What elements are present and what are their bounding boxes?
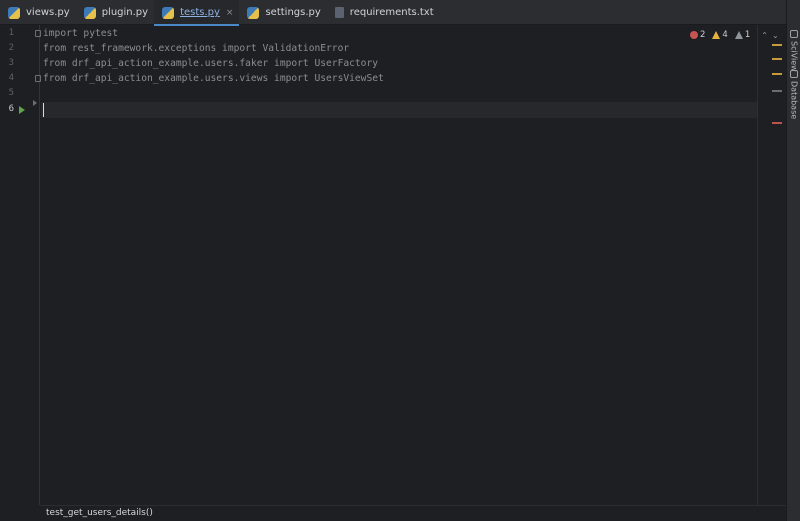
chevron-up-icon[interactable]: ⌃ <box>761 31 768 40</box>
errors-count[interactable]: 2 <box>690 30 705 40</box>
python-file-icon <box>162 6 175 19</box>
tab-label: requirements.txt <box>349 7 434 18</box>
right-margin-guide <box>757 25 758 505</box>
line-number: 4 <box>8 73 14 83</box>
text-file-icon <box>334 7 344 18</box>
line-number: 2 <box>8 43 14 53</box>
error-stripe-mark[interactable] <box>772 90 782 92</box>
tab-label: settings.py <box>265 7 321 18</box>
editor-tab-bar: views.py plugin.py tests.py × settings.p… <box>0 0 786 26</box>
code-line: import pytest <box>43 28 119 39</box>
tab-views-py[interactable]: views.py <box>0 0 76 25</box>
code-line: from drf_api_action_example.users.faker … <box>43 58 379 69</box>
python-file-icon <box>247 6 260 19</box>
line-number: 3 <box>8 58 14 68</box>
close-icon[interactable]: × <box>226 8 234 18</box>
tab-tests-py[interactable]: tests.py × <box>154 0 240 26</box>
line-number: 1 <box>8 28 14 38</box>
python-file-icon <box>83 6 96 19</box>
fold-start-icon[interactable] <box>35 30 41 37</box>
weak-warnings-count-label: 1 <box>744 30 751 40</box>
gutter-marker-icon <box>33 100 37 106</box>
weak-warnings-count[interactable]: 1 <box>734 30 751 40</box>
tab-requirements-txt[interactable]: requirements.txt <box>327 0 440 25</box>
editor-gutter[interactable]: 1 2 3 4 5 6 <box>0 25 41 505</box>
breadcrumb-function[interactable]: test_get_users_details() <box>46 508 153 518</box>
error-stripe-mark[interactable] <box>772 58 782 60</box>
database-label: Database <box>789 81 799 120</box>
database-icon <box>790 70 798 78</box>
run-test-icon[interactable] <box>19 106 25 114</box>
line-number-current: 6 <box>8 104 14 114</box>
tab-label: tests.py <box>180 7 220 18</box>
sciview-tool-button[interactable]: SciView <box>788 30 800 72</box>
code-line: from rest_framework.exceptions import Va… <box>43 43 350 54</box>
error-stripe-mark[interactable] <box>772 73 782 75</box>
python-file-icon <box>8 6 20 19</box>
tab-label: plugin.py <box>101 7 149 18</box>
weak-warning-icon <box>734 31 743 39</box>
code-editor[interactable]: import pytest from rest_framework.except… <box>43 25 757 505</box>
chevron-down-icon[interactable]: ⌄ <box>772 31 779 40</box>
tab-settings-py[interactable]: settings.py <box>239 0 326 25</box>
warnings-count[interactable]: 4 <box>712 30 728 40</box>
line-number: 5 <box>8 88 14 98</box>
text-caret <box>43 103 44 117</box>
error-stripe-mark[interactable] <box>772 122 782 124</box>
database-tool-button[interactable]: Database <box>788 70 800 119</box>
errors-count-label: 2 <box>700 30 706 40</box>
sciview-label: SciView <box>789 41 799 72</box>
code-line: from drf_api_action_example.users.views … <box>43 73 384 84</box>
warnings-count-label: 4 <box>722 30 728 40</box>
tab-label: views.py <box>26 7 70 18</box>
error-icon <box>690 31 698 39</box>
tab-plugin-py[interactable]: plugin.py <box>76 0 154 25</box>
inspection-widget[interactable]: 2 4 1 ⌃ ⌄ <box>690 29 779 41</box>
fold-end-icon[interactable] <box>35 75 41 82</box>
warning-icon <box>712 31 721 39</box>
sciview-icon <box>790 30 798 38</box>
error-stripe-mark[interactable] <box>772 44 782 46</box>
right-tool-strip: SciView Database <box>786 0 800 521</box>
breadcrumb[interactable]: test_get_users_details() <box>40 505 786 521</box>
